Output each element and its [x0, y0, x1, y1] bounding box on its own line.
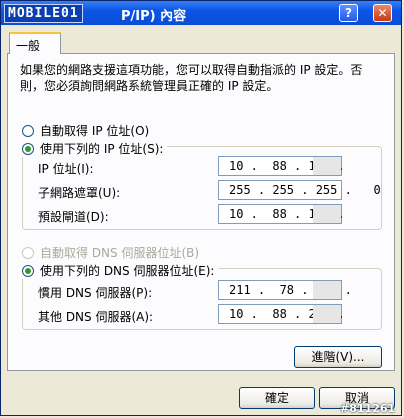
dns-manual-radio[interactable]: 使用下列的 DNS 伺服器位址(E):	[22, 262, 219, 279]
alternate-dns-input[interactable]: 10 . 88 . 251 .	[218, 304, 345, 324]
preferred-dns-input[interactable]: 211 . 78 . 130 .	[218, 280, 352, 300]
radio-circle-selected	[22, 142, 34, 155]
default-gateway-input[interactable]: 10 . 88 . 195 .	[218, 204, 345, 224]
subnet-mask-value: 255 . 255 . 255 . 0	[229, 183, 381, 197]
dns-auto-radio[interactable]: 自動取得 DNS 伺服器位址(B)	[22, 244, 199, 261]
watermark-text: #811261	[340, 402, 396, 415]
title-bar[interactable]: MOBILE01 P/IP) 內容 ? ✕	[1, 1, 401, 25]
tab-general[interactable]: 一般	[9, 32, 61, 54]
subnet-mask-label: 子網路遮罩(U):	[38, 186, 121, 200]
preferred-dns-label: 慣用 DNS 伺服器(P):	[38, 286, 153, 300]
ip-auto-label: 自動取得 IP 位址(O)	[40, 124, 150, 138]
subnet-mask-input[interactable]: 255 . 255 . 255 . 0	[218, 180, 381, 200]
description-text: 如果您的網路支援這項功能，您可以取得自動指派的 IP 設定。否則，您必須詢問網路…	[20, 63, 363, 93]
dns-auto-label: 自動取得 DNS 伺服器位址(B)	[40, 246, 200, 260]
ip-manual-label: 使用下列的 IP 位址(S):	[40, 142, 164, 156]
radio-circle-disabled	[22, 246, 34, 259]
dns-manual-label: 使用下列的 DNS 伺服器位址(E):	[40, 264, 215, 278]
radio-circle	[22, 124, 34, 137]
default-gateway-label: 預設閘道(D):	[38, 210, 109, 224]
general-tab-panel: 如果您的網路支援這項功能，您可以取得自動指派的 IP 設定。否則，您必須詢問網路…	[7, 53, 395, 371]
mobile01-logo: MOBILE01	[4, 4, 83, 23]
close-button[interactable]: ✕	[373, 4, 392, 22]
redaction-mask	[313, 305, 341, 323]
redaction-mask	[313, 205, 341, 223]
help-button[interactable]: ?	[339, 4, 358, 22]
advanced-button[interactable]: 進階(V)...	[294, 346, 382, 368]
redaction-mask	[313, 157, 341, 175]
window-title: P/IP) 內容	[121, 9, 187, 24]
ip-address-input[interactable]: 10 . 88 . 195 .	[218, 156, 345, 176]
ip-auto-radio[interactable]: 自動取得 IP 位址(O)	[22, 122, 149, 139]
redaction-mask	[313, 281, 341, 299]
alternate-dns-label: 其他 DNS 伺服器(A):	[38, 310, 154, 324]
radio-circle-selected	[22, 264, 34, 277]
ip-manual-radio[interactable]: 使用下列的 IP 位址(S):	[22, 140, 168, 157]
ip-address-label: IP 位址(I):	[38, 162, 94, 176]
ok-button[interactable]: 確定	[239, 387, 315, 409]
tcpip-properties-dialog: MOBILE01 P/IP) 內容 ? ✕ 一般 如果您的網路支援這項功能，您可…	[0, 0, 402, 416]
